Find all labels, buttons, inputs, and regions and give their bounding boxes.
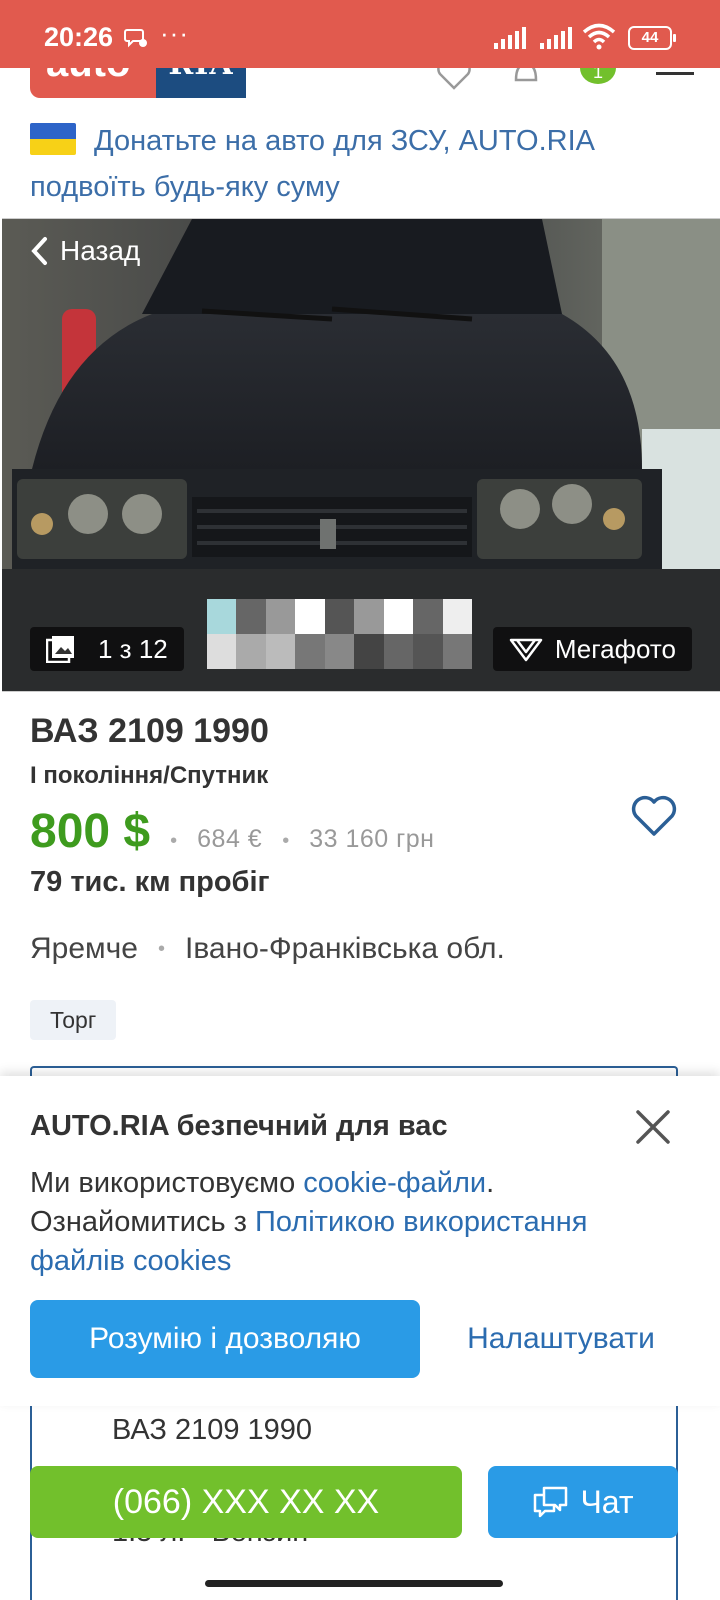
message-notification-icon xyxy=(124,29,147,48)
logo-auto[interactable]: auto xyxy=(30,68,156,98)
card-title: ВАЗ 2109 1990 xyxy=(112,1414,313,1446)
gallery-icon xyxy=(46,636,74,663)
show-phone-button[interactable]: (066) XXX XX XX xyxy=(30,1466,462,1538)
battery-level: 44 xyxy=(641,29,659,46)
back-label: Назад xyxy=(60,235,141,266)
signal-icon xyxy=(494,27,526,49)
ukraine-flag-icon xyxy=(30,123,76,155)
price-eur: 684 € xyxy=(197,825,263,853)
listing-generation: І покоління/Спутник xyxy=(30,762,269,789)
location-city: Яремче xyxy=(30,932,138,965)
cookie-text: Ми використовуємо cookie-файли. Ознайоми… xyxy=(30,1164,690,1281)
photo-counter[interactable]: 1 з 12 xyxy=(30,627,184,671)
home-indicator[interactable] xyxy=(205,1580,503,1587)
favorites-icon[interactable] xyxy=(436,68,472,90)
price-uah: 33 160 грн xyxy=(309,825,435,853)
site-header: auto RIA 1 xyxy=(0,68,720,104)
chevron-left-icon xyxy=(31,237,47,265)
separator-dot: • xyxy=(282,830,290,852)
chat-label: Чат xyxy=(580,1483,634,1520)
add-to-favorites-heart-icon[interactable] xyxy=(630,794,678,838)
status-more-dots: ··· xyxy=(160,18,189,48)
cookie-settings-button[interactable]: Налаштувати xyxy=(446,1300,676,1378)
price-usd: 800 $ xyxy=(30,805,151,858)
separator-dot: • xyxy=(157,937,165,960)
mileage: 79 тис. км пробіг xyxy=(30,866,270,898)
listing-title: ВАЗ 2109 1990 xyxy=(30,712,269,750)
cookie-title: AUTO.RIA безпечний для вас xyxy=(30,1110,448,1142)
cookie-text-part-1: Ми використовуємо xyxy=(30,1167,304,1199)
signal-icon-2 xyxy=(540,27,572,49)
close-icon[interactable] xyxy=(634,1108,672,1146)
menu-hamburger-icon[interactable] xyxy=(656,72,694,75)
photo-counter-text: 1 з 12 xyxy=(98,633,168,664)
chat-button[interactable]: Чат xyxy=(488,1466,678,1538)
notifications-bell-icon[interactable] xyxy=(510,68,542,90)
car-photo[interactable]: Назад 1 з 12 Мегафото xyxy=(2,218,720,692)
megaphoto-icon xyxy=(509,638,543,662)
status-bar: 20:26 ··· 44 xyxy=(0,0,720,68)
accept-cookies-button[interactable]: Розумію і дозволяю xyxy=(30,1300,420,1378)
bargain-tag: Торг xyxy=(30,1000,117,1040)
status-time: 20:26 xyxy=(44,22,114,52)
donate-banner[interactable]: Донатьте на авто для ЗСУ, AUTO.RIA подво… xyxy=(30,118,670,210)
user-badge[interactable]: 1 xyxy=(580,68,616,84)
location-region: Івано-Франківська обл. xyxy=(185,932,505,965)
megaphoto-button[interactable]: Мегафото xyxy=(492,627,692,671)
megaphoto-label: Мегафото xyxy=(554,633,676,664)
cookie-files-link[interactable]: cookie-файли xyxy=(303,1167,486,1199)
donate-text[interactable]: Донатьте на авто для ЗСУ, AUTO.RIA подво… xyxy=(30,125,593,203)
license-plate-blur xyxy=(207,599,472,669)
battery-icon: 44 xyxy=(628,26,676,50)
location: Яремче • Івано-Франківська обл. xyxy=(30,932,505,966)
wifi-icon xyxy=(582,23,616,50)
price-row: 800 $ • 684 € • 33 160 грн xyxy=(30,804,434,859)
logo-ria[interactable]: RIA xyxy=(156,68,246,98)
cookie-consent-panel: AUTO.RIA безпечний для вас Ми використов… xyxy=(0,1076,720,1406)
separator-dot: • xyxy=(170,830,178,852)
back-button[interactable]: Назад xyxy=(30,235,140,267)
chat-icon xyxy=(534,1486,568,1518)
